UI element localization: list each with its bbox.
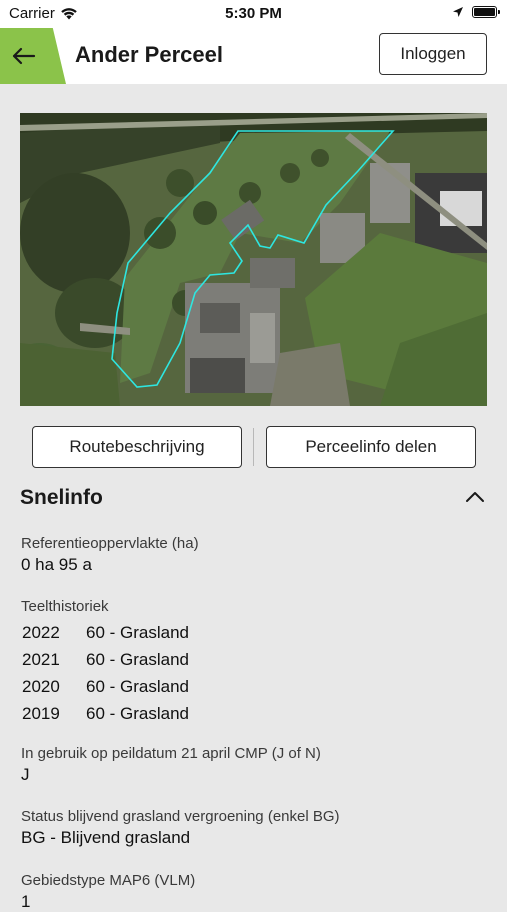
page-title: Ander Perceel — [75, 42, 223, 67]
field-label-reference-area: Referentieoppervlakte (ha) — [21, 535, 199, 552]
field-value-reference-area: 0 ha 95 a — [21, 555, 92, 574]
login-button[interactable]: Inloggen — [379, 33, 487, 75]
history-crop: 60 - Grasland — [86, 703, 189, 723]
field-label-area-type: Gebiedstype MAP6 (VLM) — [21, 872, 196, 889]
field-label-in-use: In gebruik op peildatum 21 april CMP (J … — [21, 745, 321, 762]
status-bar: Carrier 5:30 PM — [0, 0, 507, 28]
field-value-grassland-status: BG - Blijvend grasland — [21, 828, 191, 847]
history-year: 2022 — [22, 622, 60, 642]
history-crop: 60 - Grasland — [86, 676, 189, 696]
field-label-crop-history: Teelthistoriek — [21, 598, 109, 615]
clock: 5:30 PM — [225, 5, 282, 22]
location-arrow-icon — [453, 7, 463, 17]
snelinfo-header[interactable]: Snelinfo — [20, 486, 487, 514]
arrow-left-icon — [12, 47, 36, 65]
crop-history-row: 2019 60 - Grasland — [22, 700, 189, 727]
parcel-map[interactable] — [20, 113, 487, 406]
history-crop: 60 - Grasland — [86, 649, 189, 669]
crop-history-row: 2022 60 - Grasland — [22, 619, 189, 646]
history-year: 2021 — [22, 649, 60, 669]
share-parcel-button[interactable]: Perceelinfo delen — [266, 426, 476, 468]
field-value-area-type: 1 — [21, 892, 31, 911]
aerial-image — [20, 113, 487, 406]
chevron-up-icon[interactable] — [465, 491, 485, 503]
history-year: 2020 — [22, 676, 60, 696]
action-row: Routebeschrijving Perceelinfo delen — [0, 426, 507, 468]
field-label-grassland-status: Status blijvend grasland vergroening (en… — [21, 808, 340, 825]
history-year: 2019 — [22, 703, 60, 723]
history-crop: 60 - Grasland — [86, 622, 189, 642]
crop-history-row: 2020 60 - Grasland — [22, 673, 189, 700]
divider — [253, 428, 254, 466]
status-right — [452, 6, 500, 18]
crop-history-table: 2022 60 - Grasland 2021 60 - Grasland 20… — [22, 619, 189, 727]
field-value-in-use: J — [21, 765, 30, 784]
back-button[interactable] — [0, 28, 66, 84]
battery-icon — [472, 6, 500, 18]
route-button[interactable]: Routebeschrijving — [32, 426, 242, 468]
crop-history-row: 2021 60 - Grasland — [22, 646, 189, 673]
section-title: Snelinfo — [20, 486, 103, 509]
navigation-bar: Ander Perceel Inloggen — [0, 28, 507, 84]
